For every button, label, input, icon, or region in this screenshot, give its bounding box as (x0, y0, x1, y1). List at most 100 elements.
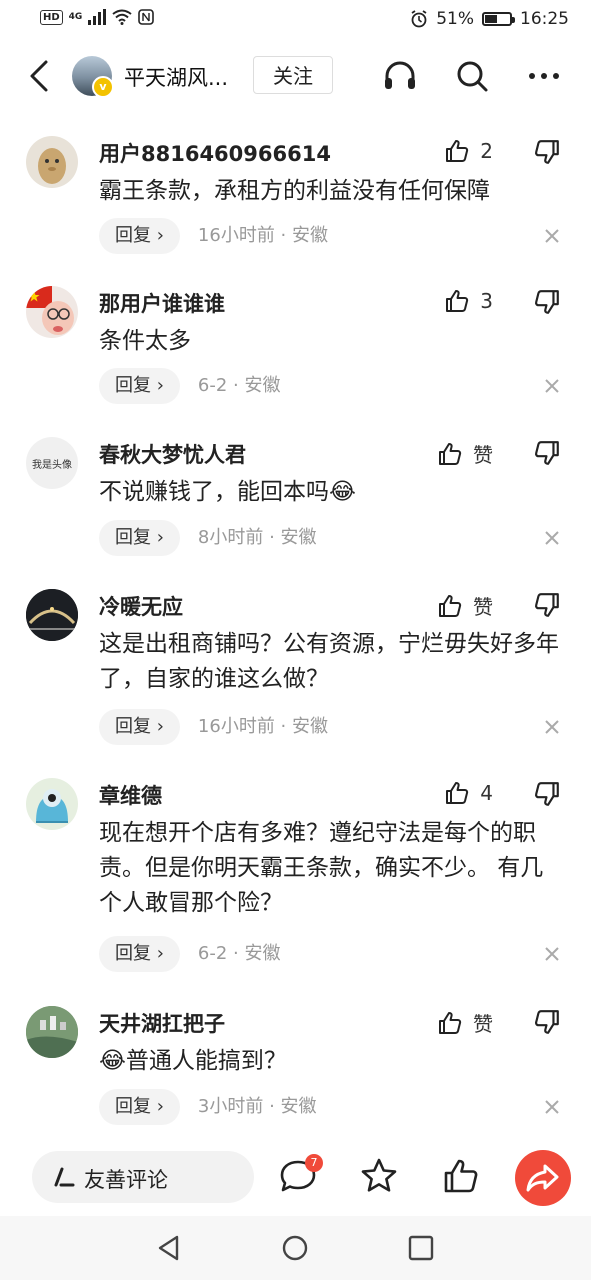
comment-text: 条件太多 (99, 328, 191, 354)
comment-item: 天井湖扛把子 赞 😂普通人能搞到？ 回复 › 3小时前 · 安徽 (0, 1006, 591, 1131)
channel-name[interactable]: 平天湖风... (124, 62, 228, 92)
comment-text-row: 不说赚钱了，能回本吗😂 (99, 475, 559, 510)
like-button[interactable]: 2 (444, 138, 493, 164)
laugh-cry-emoji: 😂 (99, 1048, 126, 1074)
like-button[interactable]: 赞 (437, 439, 493, 468)
close-icon[interactable] (543, 1098, 561, 1116)
comment-meta: 16小时前 · 安徽 (197, 225, 328, 246)
follow-button[interactable]: 关注 (253, 56, 333, 94)
reply-button[interactable]: 回复 › (99, 218, 180, 254)
avatar[interactable]: 我是头像 (26, 437, 78, 489)
comment-text: 普通人能搞到？ (125, 1048, 287, 1074)
like-button[interactable]: 4 (444, 780, 493, 806)
comment-meta-row: 回复 › 3小时前 · 安徽 (99, 1089, 317, 1125)
wifi-icon (112, 9, 132, 25)
nav-back-icon[interactable] (155, 1234, 183, 1262)
comment-input[interactable]: 友善评论 (32, 1151, 254, 1203)
comment-placeholder: 友善评论 (84, 1168, 168, 1192)
verified-badge-icon: v (92, 76, 114, 98)
username[interactable]: 天井湖扛把子 (99, 1008, 225, 1038)
close-icon[interactable] (543, 945, 561, 963)
comment-item: 那用户谁谁谁 3 条件太多 回复 › 6-2 · 安徽 (0, 286, 591, 411)
alarm-icon (411, 10, 427, 28)
comment-text: 霸王条款，承租方的利益没有任何保障 (99, 178, 490, 204)
like-button[interactable]: 赞 (437, 1008, 493, 1037)
network-type: 4G (68, 12, 83, 22)
thumbs-down-icon[interactable] (533, 138, 561, 166)
thumbs-down-icon[interactable] (533, 1008, 561, 1036)
comment-meta: 6-2 · 安徽 (197, 375, 281, 396)
battery-icon (482, 12, 515, 26)
like-count: 赞 (473, 1012, 493, 1036)
thumbs-up-icon[interactable] (441, 1156, 481, 1196)
like-count: 4 (480, 781, 493, 805)
thumbs-down-icon[interactable] (533, 780, 561, 808)
thumbs-up-icon (439, 1011, 462, 1034)
reply-button[interactable]: 回复 › (99, 368, 180, 404)
reply-button[interactable]: 回复 › (99, 520, 180, 556)
pen-icon (54, 1167, 75, 1187)
avatar[interactable] (26, 286, 78, 338)
close-icon[interactable] (543, 227, 561, 245)
comment-meta: 8小时前 · 安徽 (197, 527, 317, 548)
avatar[interactable] (26, 778, 78, 830)
comment-meta: 6-2 · 安徽 (197, 943, 281, 964)
system-nav-bar (0, 1216, 591, 1280)
thumbs-down-icon[interactable] (533, 591, 561, 619)
top-bar: v 平天湖风... 关注 (0, 44, 591, 108)
avatar[interactable] (26, 1006, 78, 1058)
username[interactable]: 用户8816460966614 (99, 138, 331, 168)
like-button[interactable]: 赞 (437, 591, 493, 620)
thumbs-up-icon (439, 594, 462, 617)
avatar[interactable] (26, 136, 78, 188)
thumbs-up-icon (446, 290, 469, 312)
like-count: 2 (480, 139, 493, 163)
reply-button[interactable]: 回复 › (99, 709, 180, 745)
comment-count-badge: 7 (305, 1154, 323, 1172)
close-icon[interactable] (543, 529, 561, 547)
close-icon[interactable] (543, 718, 561, 736)
back-icon[interactable] (24, 56, 56, 96)
share-button[interactable] (515, 1150, 571, 1206)
like-count: 赞 (473, 595, 493, 619)
search-icon[interactable] (454, 58, 490, 94)
close-icon[interactable] (543, 377, 561, 395)
comment-text: 现在想开个店有多难？遵纪守法是每个的职责。但是你明天霸王条款，确实不少。 有几个… (99, 820, 544, 916)
reply-button[interactable]: 回复 › (99, 936, 180, 972)
nav-recents-icon[interactable] (407, 1234, 435, 1262)
comment-meta-row: 回复 › 16小时前 · 安徽 (99, 709, 328, 745)
comment-item: 章维德 4 现在想开个店有多难？遵纪守法是每个的职责。但是你明天霸王条款，确实不… (0, 778, 591, 978)
comment-item: 冷暖无应 赞 这是出租商铺吗？公有资源，宁烂毋失好多年了，自家的谁这么做？ 回复… (0, 589, 591, 749)
star-icon[interactable] (359, 1156, 399, 1196)
comment-meta-row: 回复 › 6-2 · 安徽 (99, 936, 281, 972)
nfc-icon (138, 9, 155, 25)
share-icon (526, 1164, 559, 1192)
thumbs-down-icon[interactable] (533, 439, 561, 467)
username[interactable]: 春秋大梦忧人君 (99, 439, 246, 469)
clock: 16:25 (520, 9, 569, 29)
headphones-icon[interactable] (382, 58, 418, 94)
signal-icon (88, 9, 107, 25)
status-bar: HD 4G 51% 16:25 (0, 0, 591, 40)
reply-button[interactable]: 回复 › (99, 1089, 180, 1125)
nav-home-icon[interactable] (281, 1234, 309, 1262)
more-icon[interactable] (526, 58, 562, 94)
comment-meta-row: 回复 › 8小时前 · 安徽 (99, 520, 317, 556)
battery-percent: 51% (436, 9, 474, 29)
thumbs-up-icon (439, 442, 462, 465)
comment-item: 用户8816460966614 2 霸王条款，承租方的利益没有任何保障 回复 ›… (0, 136, 591, 261)
thumbs-up-icon (446, 782, 469, 804)
comment-meta: 16小时前 · 安徽 (197, 716, 328, 737)
username[interactable]: 冷暖无应 (99, 591, 183, 621)
like-count: 赞 (473, 443, 493, 467)
thumbs-down-icon[interactable] (533, 288, 561, 316)
comment-meta: 3小时前 · 安徽 (197, 1096, 317, 1117)
comment-text-row: 😂普通人能搞到？ (99, 1044, 559, 1079)
comment-meta-row: 回复 › 16小时前 · 安徽 (99, 218, 328, 254)
username[interactable]: 章维德 (99, 780, 162, 810)
avatar[interactable] (26, 589, 78, 641)
laugh-cry-emoji: 😂 (329, 479, 356, 505)
like-button[interactable]: 3 (444, 288, 493, 314)
comment-text: 不说赚钱了，能回本吗 (99, 479, 329, 505)
username[interactable]: 那用户谁谁谁 (99, 288, 225, 318)
